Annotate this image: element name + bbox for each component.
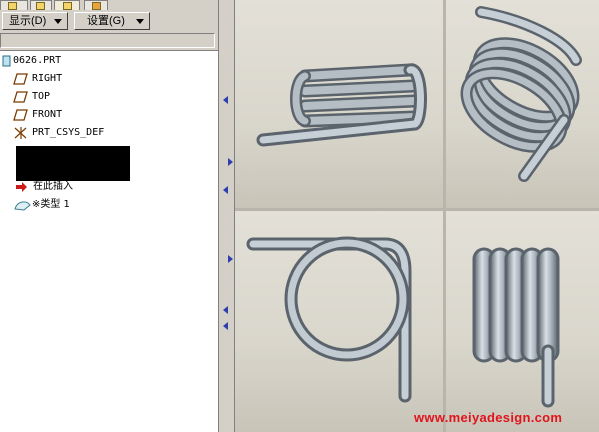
- coordinate-system-icon: [14, 127, 27, 139]
- tab-model-tree[interactable]: [0, 0, 28, 10]
- datum-plane-icon: [13, 73, 28, 85]
- tree-item-label: RIGHT: [32, 73, 63, 84]
- spring-side-view: [256, 63, 427, 147]
- expand-right-icon[interactable]: [228, 255, 233, 263]
- model-tree-panel: 显示(D) 设置(G) 0626.PRT RIGHT TOP FRONT PRT…: [0, 0, 218, 432]
- tree-item-label: PRT_CSYS_DEF: [32, 127, 105, 138]
- viewport-top-left[interactable]: [235, 0, 443, 208]
- show-menu-button[interactable]: 显示(D): [2, 12, 68, 30]
- viewport-top-right[interactable]: [446, 0, 599, 208]
- tree-item-label: ※类型 1: [32, 199, 70, 210]
- tree-item-label: 0626.PRT: [13, 55, 62, 66]
- datum-plane-icon: [13, 91, 28, 103]
- spring-isometric-view: [460, 6, 582, 182]
- collapse-left-icon[interactable]: [223, 322, 228, 330]
- panel-splitter[interactable]: [218, 0, 235, 432]
- tab-folder[interactable]: [30, 0, 52, 10]
- collapse-left-icon[interactable]: [223, 186, 228, 194]
- expand-right-icon[interactable]: [228, 158, 233, 166]
- settings-menu-label: 设置(G): [87, 15, 125, 27]
- sweep-feature-icon: [14, 201, 31, 211]
- spring-top-view: [472, 247, 560, 408]
- chevron-down-icon: [54, 19, 62, 24]
- tab-connections[interactable]: [84, 0, 108, 10]
- settings-menu-button[interactable]: 设置(G): [74, 12, 150, 30]
- tree-item-label: 在此插入: [33, 181, 73, 192]
- star-tab-icon: [63, 2, 72, 10]
- viewport-bottom-right[interactable]: [446, 211, 599, 432]
- folder-tab-icon: [36, 2, 45, 10]
- tree-item-label: FRONT: [32, 109, 63, 120]
- chevron-down-icon: [136, 19, 144, 24]
- viewport-bottom-left[interactable]: [235, 211, 443, 432]
- insert-here-arrow-icon: [16, 182, 27, 192]
- tab-favorites[interactable]: [54, 0, 80, 10]
- part-icon: [2, 55, 11, 67]
- redacted-block: [16, 146, 130, 181]
- book-tab-icon: [92, 2, 101, 10]
- tree-filter-bar[interactable]: [0, 33, 215, 48]
- spring-front-view: [246, 236, 412, 403]
- collapse-left-icon[interactable]: [223, 306, 228, 314]
- watermark-text: www.meiyadesign.com: [414, 410, 563, 425]
- collapse-left-icon[interactable]: [223, 96, 228, 104]
- model-tree: 0626.PRT RIGHT TOP FRONT PRT_CSYS_DEF 在此…: [0, 50, 218, 432]
- show-menu-label: 显示(D): [9, 15, 47, 27]
- datum-plane-icon: [13, 109, 28, 121]
- panel-tab-strip: [0, 0, 218, 10]
- tree-item-label: TOP: [32, 91, 51, 102]
- tree-toolbar: 显示(D) 设置(G): [0, 10, 218, 32]
- model-tree-tab-icon: [8, 2, 17, 10]
